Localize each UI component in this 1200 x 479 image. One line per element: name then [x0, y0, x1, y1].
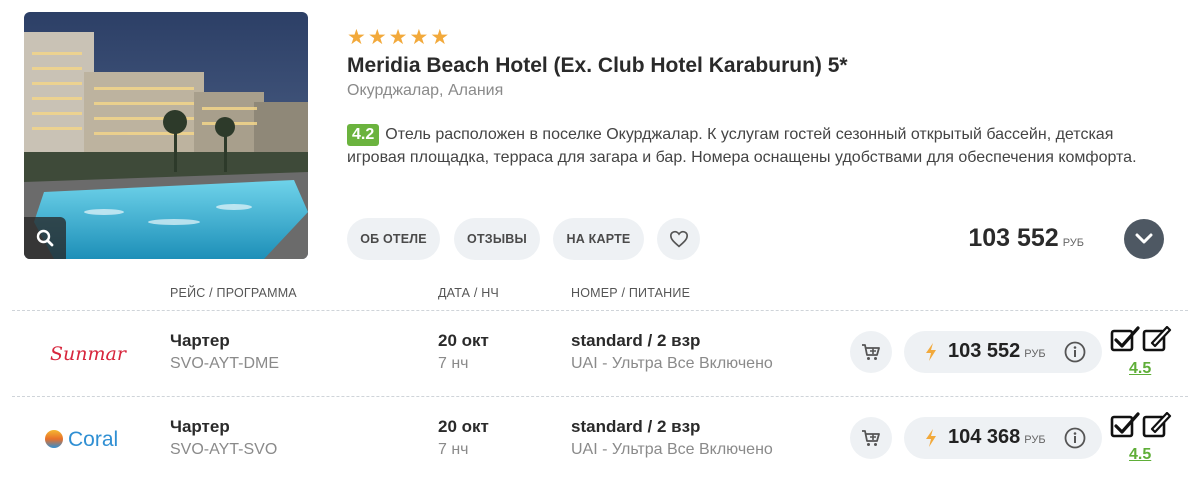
- operator-logo-coral: Coral: [44, 424, 144, 454]
- lightning-icon: [926, 429, 936, 447]
- offer-price-amount: 104 368: [948, 426, 1021, 448]
- offer-price-currency: РУБ: [1024, 434, 1046, 446]
- star-icon: ★: [430, 26, 450, 49]
- offer-actions: [1110, 326, 1172, 352]
- checkbox-checked-icon[interactable]: [1110, 412, 1140, 438]
- heart-outline-icon: [669, 230, 688, 248]
- flight-type: Чартер: [170, 417, 230, 436]
- offer-price: 103 552 РУБ: [948, 340, 1046, 363]
- hotel-description-text: Отель расположен в поселке Окурджалар. К…: [347, 126, 1137, 166]
- info-icon[interactable]: [1064, 341, 1086, 363]
- star-icon: ★: [388, 26, 408, 49]
- offer-price-button[interactable]: 103 552 РУБ: [904, 331, 1102, 373]
- offer-date: 20 окт: [438, 331, 489, 350]
- operator-score-link[interactable]: 4.5: [1129, 360, 1151, 378]
- edit-icon[interactable]: [1142, 412, 1172, 438]
- offer-nights: 7 нч: [438, 441, 469, 458]
- search-icon: [36, 229, 54, 247]
- edit-icon[interactable]: [1142, 326, 1172, 352]
- offer-actions: [1110, 412, 1172, 438]
- on-map-button[interactable]: НА КАРТЕ: [553, 218, 644, 260]
- column-header-flight: РЕЙС / ПРОГРАММА: [170, 286, 297, 300]
- offer-row: Coral Чартер SVO-AYT-SVO 20 окт 7 нч sta…: [0, 396, 1200, 479]
- operator-logo-sunmar: Sunmar: [44, 338, 144, 368]
- min-price-currency: РУБ: [1062, 237, 1084, 249]
- star-icon: ★: [347, 26, 366, 49]
- offer-price-button[interactable]: 104 368 РУБ: [904, 417, 1102, 459]
- operator-logo-text: Coral: [68, 428, 118, 451]
- offer-price-amount: 103 552: [948, 340, 1021, 362]
- offer-date: 20 окт: [438, 417, 489, 436]
- column-header-room: НОМЕР / ПИТАНИЕ: [571, 286, 691, 300]
- column-header-date: ДАТА / НЧ: [438, 286, 499, 300]
- hotel-photo[interactable]: [24, 12, 308, 259]
- checkbox-checked-icon[interactable]: [1110, 326, 1140, 352]
- flight-route: SVO-AYT-DME: [170, 355, 280, 372]
- operator-score-link[interactable]: 4.5: [1129, 446, 1151, 464]
- offer-price-currency: РУБ: [1024, 348, 1046, 360]
- cart-icon: [862, 430, 880, 446]
- star-icon: ★: [367, 26, 387, 49]
- chevron-down-icon: [1135, 233, 1153, 244]
- flight-type: Чартер: [170, 331, 230, 350]
- hotel-description: 4.2 Отель расположен в поселке Окурджалар…: [347, 123, 1147, 169]
- hotel-stars: ★ ★ ★ ★ ★: [347, 27, 449, 49]
- info-icon[interactable]: [1064, 427, 1086, 449]
- min-price: 103 552 РУБ: [968, 224, 1084, 253]
- add-to-cart-button[interactable]: [850, 417, 892, 459]
- cart-icon: [862, 344, 880, 360]
- hotel-rating-badge: 4.2: [347, 124, 380, 146]
- expand-offers-button[interactable]: [1124, 219, 1164, 259]
- hotel-location: Окурджалар, Алания: [347, 82, 504, 99]
- zoom-button[interactable]: [24, 217, 66, 259]
- about-hotel-button[interactable]: ОБ ОТЕЛЕ: [347, 218, 440, 260]
- star-icon: ★: [409, 26, 429, 49]
- operator-logo-text: Sunmar: [50, 343, 128, 365]
- room-type: standard / 2 взр: [571, 331, 701, 350]
- favorite-button[interactable]: [657, 218, 700, 260]
- lightning-icon: [926, 343, 936, 361]
- meal-plan: UAI - Ультра Все Включено: [571, 441, 773, 458]
- meal-plan: UAI - Ультра Все Включено: [571, 355, 773, 372]
- offer-nights: 7 нч: [438, 355, 469, 372]
- offer-row: Sunmar Чартер SVO-AYT-DME 20 окт 7 нч st…: [0, 310, 1200, 396]
- room-type: standard / 2 взр: [571, 417, 701, 436]
- add-to-cart-button[interactable]: [850, 331, 892, 373]
- hotel-name[interactable]: Meridia Beach Hotel (Ex. Club Hotel Kara…: [347, 54, 848, 78]
- offer-price: 104 368 РУБ: [948, 426, 1046, 449]
- reviews-button[interactable]: ОТЗЫВЫ: [454, 218, 540, 260]
- flight-route: SVO-AYT-SVO: [170, 441, 278, 458]
- min-price-amount: 103 552: [968, 224, 1059, 252]
